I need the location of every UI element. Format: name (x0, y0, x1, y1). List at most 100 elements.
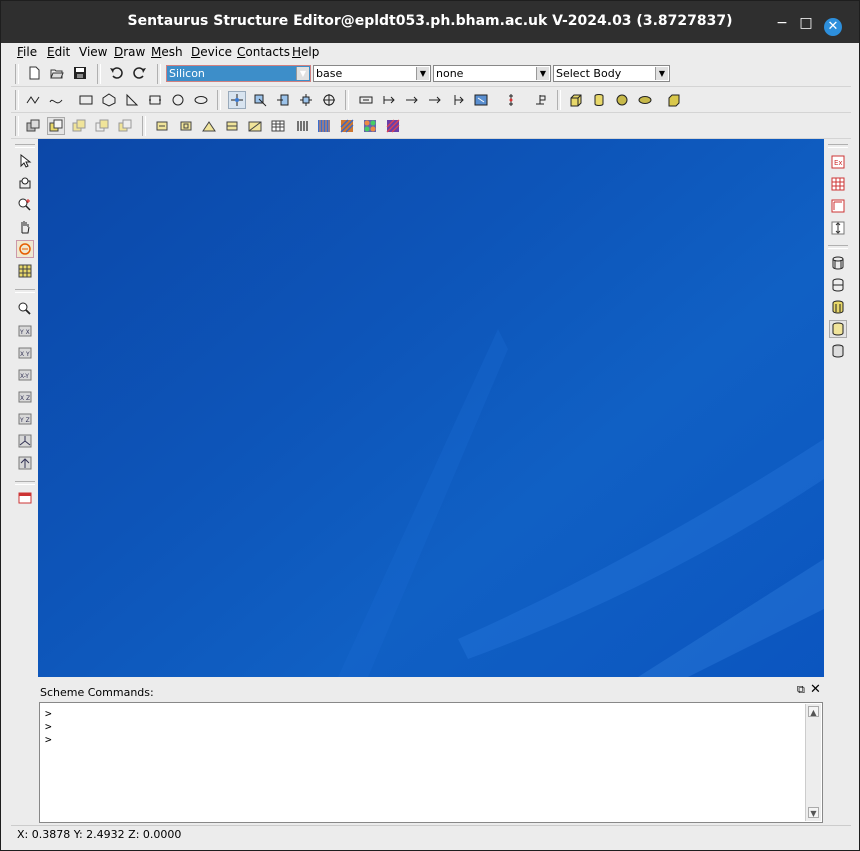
view-yz-icon[interactable]: Y Z (16, 410, 34, 428)
title-bar[interactable]: Sentaurus Structure Editor@epldt053.ph.b… (1, 1, 859, 43)
toolbar-grip[interactable] (15, 144, 35, 148)
toolbar-grip[interactable] (828, 144, 848, 148)
boolean-replace-icon[interactable] (47, 117, 65, 135)
rotate-view-icon[interactable] (16, 240, 34, 258)
ellipsoid-icon[interactable] (636, 91, 654, 109)
hatched-pattern-icon[interactable] (338, 117, 356, 135)
material-select[interactable]: Silicon ▼ (166, 65, 311, 82)
gradient-pattern-icon[interactable] (384, 117, 402, 135)
chamfer-icon[interactable] (380, 91, 398, 109)
select-pointer-icon[interactable] (16, 152, 34, 170)
menu-file[interactable]: File (17, 45, 37, 59)
arrow-right-icon[interactable] (403, 91, 421, 109)
spline-icon[interactable] (47, 91, 65, 109)
redo-icon[interactable] (131, 64, 149, 82)
toolbar-grip[interactable] (97, 64, 101, 84)
toolbar-grip[interactable] (217, 90, 221, 110)
zoom-fit-icon[interactable] (16, 300, 34, 318)
rectangle-icon[interactable] (77, 91, 95, 109)
view-yx-icon[interactable]: Y X (16, 322, 34, 340)
body-select[interactable]: Select Body ▼ (553, 65, 670, 82)
dots-pattern-icon[interactable] (361, 117, 379, 135)
toolbar-grip[interactable] (15, 64, 19, 84)
view-xz-icon[interactable]: X Z (16, 388, 34, 406)
chevron-down-icon[interactable]: ▼ (655, 67, 668, 80)
toolbar-grip[interactable] (15, 481, 35, 485)
render-grid-icon[interactable]: Ex (829, 153, 847, 171)
undo-icon[interactable] (107, 64, 125, 82)
menu-help[interactable]: Help (292, 45, 319, 59)
close-panel-icon[interactable]: ✕ (810, 682, 821, 697)
menu-view[interactable]: View (79, 45, 107, 59)
toolbar-grip[interactable] (345, 90, 349, 110)
chevron-down-icon[interactable]: ▼ (416, 67, 429, 80)
grid-icon[interactable] (16, 262, 34, 280)
vertex-select-icon[interactable] (228, 91, 246, 109)
ruled-region-icon[interactable] (146, 91, 164, 109)
pan-hand-icon[interactable] (16, 218, 34, 236)
ruler-icon[interactable] (829, 197, 847, 215)
toolbar-grip[interactable] (157, 64, 161, 84)
scheme-console[interactable]: > > > ▲ ▼ (39, 702, 823, 823)
new-file-icon[interactable] (25, 64, 43, 82)
scroll-up-icon[interactable]: ▲ (808, 706, 819, 717)
doping-triangle-icon[interactable] (200, 117, 218, 135)
cuboid-icon[interactable] (567, 91, 585, 109)
prism-icon[interactable] (665, 91, 683, 109)
anchor-icon[interactable] (531, 91, 549, 109)
menu-contacts[interactable]: Contacts (237, 45, 290, 59)
close-window-icon[interactable]: ✕ (824, 18, 842, 36)
vertical-line-icon[interactable] (502, 91, 520, 109)
move-region-icon[interactable] (297, 91, 315, 109)
hidden-line-icon[interactable] (829, 276, 847, 294)
refinement-window-icon[interactable] (177, 117, 195, 135)
smooth-shading-icon[interactable] (829, 320, 847, 338)
sphere-icon[interactable] (613, 91, 631, 109)
contact-select[interactable]: none ▼ (433, 65, 551, 82)
toolbar-grip[interactable] (557, 90, 561, 110)
doping-constant-icon[interactable] (223, 117, 241, 135)
fillet-icon[interactable] (357, 91, 375, 109)
toolbar-grip[interactable] (142, 116, 146, 136)
bars-icon[interactable] (293, 117, 311, 135)
menu-draw[interactable]: Draw (114, 45, 145, 59)
boolean-union-icon[interactable] (70, 117, 88, 135)
toolbar-grip[interactable] (15, 90, 19, 110)
split-icon[interactable] (449, 91, 467, 109)
scroll-down-icon[interactable]: ▼ (808, 807, 819, 818)
window-frame-icon[interactable] (16, 489, 34, 507)
float-panel-icon[interactable]: ⧉ (797, 683, 805, 697)
region-select[interactable]: base ▼ (313, 65, 431, 82)
menu-mesh[interactable]: Mesh (151, 45, 183, 59)
minimize-icon[interactable]: − (774, 15, 790, 31)
polygon-icon[interactable] (100, 91, 118, 109)
zoom-in-icon[interactable] (16, 196, 34, 214)
view-isometric-icon[interactable] (16, 432, 34, 450)
rotate-icon[interactable] (320, 91, 338, 109)
flat-shading-icon[interactable] (829, 298, 847, 316)
menu-device[interactable]: Device (191, 45, 232, 59)
menu-edit[interactable]: Edit (47, 45, 70, 59)
wireframe-icon[interactable] (829, 254, 847, 272)
3d-viewport[interactable] (38, 139, 824, 677)
refinement-box-icon[interactable] (153, 117, 171, 135)
move-vertex-icon[interactable] (251, 91, 269, 109)
boolean-intersect-icon[interactable] (93, 117, 111, 135)
chevron-down-icon[interactable]: ▼ (536, 67, 549, 80)
transform-icon[interactable] (472, 91, 490, 109)
move-edge-icon[interactable] (274, 91, 292, 109)
maximize-icon[interactable]: □ (798, 15, 814, 31)
console-scrollbar[interactable]: ▲ ▼ (805, 704, 821, 821)
ellipse-icon[interactable] (192, 91, 210, 109)
view-negxy-icon[interactable]: X-Y (16, 366, 34, 384)
striped-pattern-icon[interactable] (315, 117, 333, 135)
cylinder-icon[interactable] (590, 91, 608, 109)
toolbar-grip[interactable] (15, 289, 35, 293)
boolean-abc-icon[interactable] (24, 117, 42, 135)
view-xy-icon[interactable]: X Y (16, 344, 34, 362)
toolbar-grip[interactable] (828, 245, 848, 249)
doping-analytic-icon[interactable] (246, 117, 264, 135)
polyline-icon[interactable] (24, 91, 42, 109)
circle-icon[interactable] (169, 91, 187, 109)
save-icon[interactable] (71, 64, 89, 82)
